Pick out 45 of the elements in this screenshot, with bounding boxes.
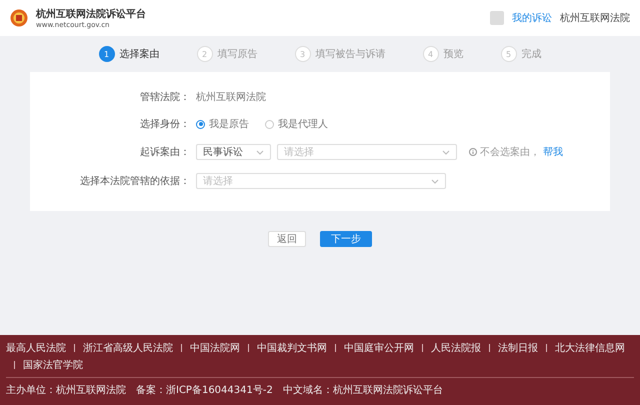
footer-link[interactable]: 人民法院报 [431, 341, 481, 355]
step-label: 预览 [444, 48, 464, 61]
footer-info: 备案：浙ICP备16044341号-2 [136, 384, 273, 397]
footer-link[interactable]: 法制日报 [498, 341, 538, 355]
footer-link[interactable]: 中国裁判文书网 [257, 341, 327, 355]
step-label: 选择案由 [120, 48, 160, 61]
step-label: 完成 [522, 48, 542, 61]
field-label: 起诉案由： [139, 146, 190, 159]
header-link[interactable]: 我的诉讼 [512, 11, 552, 25]
select-field[interactable]: 民事诉讼 [196, 144, 271, 160]
step-number: 4 [422, 46, 438, 62]
step-label: 填写原告 [218, 48, 258, 61]
field-label: 选择本法院管辖的依据： [79, 174, 190, 188]
back-button[interactable]: 返回 [268, 231, 306, 247]
chevron-icon [442, 150, 450, 155]
footer-info: 主办单位：杭州互联网法院 [6, 384, 126, 397]
step-number: 2 [196, 46, 212, 62]
footer-link[interactable]: 北大法律信息网 [555, 341, 625, 355]
chevron-icon [256, 150, 264, 155]
footer-link[interactable]: 中国法院网 [190, 341, 240, 355]
help-link[interactable]: 帮我 [543, 145, 563, 159]
step-number: 3 [294, 46, 310, 62]
header-link[interactable]: 杭州互联网法院 [560, 11, 630, 25]
chevron-icon [431, 179, 439, 184]
footer-link[interactable]: 中国庭审公开网 [344, 341, 414, 355]
select-field[interactable]: 请选择 [277, 144, 457, 160]
site-title: 杭州互联网法院诉讼平台 [36, 7, 146, 21]
next-button[interactable]: 下一步 [320, 231, 372, 247]
court-name: 杭州互联网法院 [196, 90, 266, 104]
footer-link[interactable]: 国家法官学院 [23, 358, 83, 372]
step-label: 填写被告与诉请 [316, 48, 386, 61]
radio-option[interactable]: 我是原告 [196, 117, 249, 131]
footer-link[interactable]: 浙江省高级人民法院 [83, 341, 173, 355]
step-number: 5 [500, 46, 516, 62]
info-icon [469, 148, 477, 156]
avatar-placeholder [490, 11, 504, 25]
hint-text: 不会选案由， [480, 146, 540, 159]
footer-info: 中文域名：杭州互联网法院诉讼平台 [282, 384, 443, 397]
field-label: 选择身份： [139, 118, 190, 131]
step-number: 1 [98, 46, 114, 62]
footer-link[interactable]: 最高人民法院 [6, 341, 66, 355]
field-label: 管辖法院： [139, 90, 190, 104]
select-field[interactable]: 请选择 [196, 173, 446, 189]
court-emblem-icon [10, 9, 28, 27]
radio-option[interactable]: 我是代理人 [265, 117, 328, 131]
